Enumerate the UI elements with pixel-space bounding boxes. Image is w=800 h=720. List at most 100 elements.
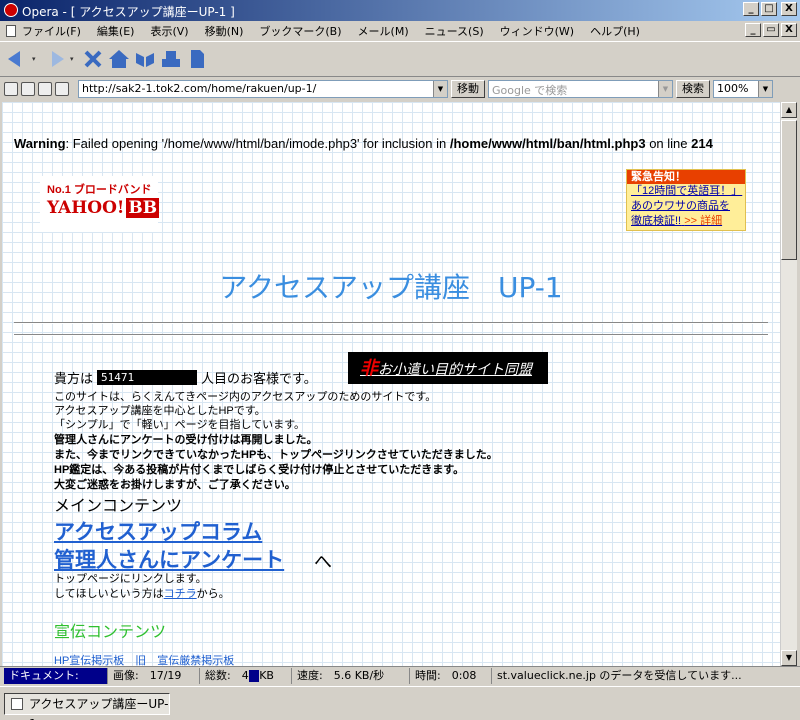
- menu-bar: ファイル(F) 編集(E) 表示(V) 移動(N) ブックマーク(B) メール(…: [0, 21, 800, 41]
- notice-line: 管理人さんにアンケートの受け付けは再開しました。: [54, 434, 318, 446]
- vertical-scrollbar[interactable]: ▲ ▼: [780, 102, 797, 666]
- print-preview-icon[interactable]: [55, 82, 69, 96]
- menu-help[interactable]: ヘルプ(H): [590, 23, 640, 39]
- zoom-value: 100%: [717, 82, 749, 95]
- yahoo-bb-logo: YAHOO! BB: [47, 198, 160, 218]
- main-contents-heading: メインコンテンツ: [54, 498, 183, 515]
- status-images: 画像: 17/19: [108, 667, 200, 684]
- navigation-toolbar: ▾ ▾: [0, 41, 800, 77]
- urgent-header: 緊急告知！: [627, 170, 745, 184]
- search-button[interactable]: 検索: [676, 80, 710, 98]
- minimize-button[interactable]: _: [743, 2, 759, 16]
- search-engine-dropdown[interactable]: ▼: [658, 81, 672, 97]
- camera-icon[interactable]: [21, 82, 35, 96]
- bbs-links[interactable]: HP宣伝掲示板 旧 宣伝厳禁掲示板: [54, 652, 234, 666]
- notice-line: HP鑑定は、今ある投稿が片付くまでしばらく受け付け停止とさせていただきます。: [54, 464, 465, 476]
- visitor-counter-line: 貴方は 51471 人目のお客様です。: [54, 368, 317, 387]
- status-time: 時間: 0:08: [410, 667, 492, 684]
- warning-line: 214: [691, 136, 713, 151]
- maximize-button[interactable]: □: [761, 2, 777, 16]
- zoom-dropdown[interactable]: ▼: [758, 81, 772, 97]
- opera-icon: [4, 3, 18, 17]
- taskbar: アクセスアップ講座ーUP-1: [0, 686, 800, 720]
- visitor-prefix: 貴方は: [54, 371, 94, 386]
- stop-icon[interactable]: [82, 48, 104, 70]
- alliance-banner[interactable]: 非お小遣い目的サイト同盟: [348, 352, 548, 384]
- warning-path: /home/www/html/ban/html.php3: [449, 136, 646, 151]
- to-label: へ: [314, 552, 332, 572]
- task-page-icon: [11, 698, 23, 710]
- search-input[interactable]: Google で検索 ▼: [488, 80, 673, 98]
- back-icon[interactable]: [6, 48, 28, 70]
- status-message: st.valueclick.ne.jp のデータを受信しています...: [497, 668, 742, 682]
- here-link[interactable]: コチラ: [164, 588, 197, 600]
- back-history-dropdown[interactable]: ▾: [32, 55, 40, 63]
- scroll-up-button[interactable]: ▲: [781, 102, 797, 118]
- site-title: アクセスアップ講座 UP-1: [219, 271, 563, 304]
- php-warning: Warning: Failed opening '/home/www/html/…: [14, 134, 714, 154]
- zoom-select[interactable]: 100% ▼: [713, 80, 773, 98]
- yahoo-bb-ad[interactable]: No.1 ブロードバンド YAHOO! BB: [40, 176, 160, 232]
- status-bar: ドキュメント: 100% 画像: 17/19 総数: 45 KB 速度: 5.6…: [0, 666, 800, 698]
- scroll-thumb[interactable]: [781, 120, 797, 260]
- menu-mail[interactable]: メール(M): [358, 23, 409, 39]
- status-speed: 速度: 5.6 KB/秒: [292, 667, 410, 684]
- forward-icon[interactable]: [44, 48, 66, 70]
- notice-line: また、今までリンクできていなかったHPも、トップページリンクさせていただきました…: [54, 449, 498, 461]
- total-progress: [249, 669, 259, 682]
- mdi-minimize-button[interactable]: _: [745, 23, 761, 37]
- urgent-line-1[interactable]: 「12時間で英語耳！」: [627, 184, 745, 199]
- menu-news[interactable]: ニュース(S): [425, 23, 484, 39]
- search-placeholder: Google で検索: [492, 84, 568, 97]
- warning-message: : Failed opening '/home/www/html/ban/imo…: [65, 136, 450, 151]
- urgent-line-2[interactable]: あのウワサの商品を: [627, 199, 745, 214]
- task-button[interactable]: アクセスアップ講座ーUP-1: [4, 693, 170, 720]
- link-note-1: トップページにリンクします。: [54, 573, 207, 585]
- description-line: 「シンプル」で「軽い」ページを目指しています。: [54, 419, 306, 431]
- mdi-close-button[interactable]: X: [781, 23, 797, 37]
- close-button[interactable]: X: [781, 2, 797, 16]
- visitor-suffix: 人目のお客様です。: [201, 371, 317, 386]
- visitor-counter: 51471: [97, 370, 198, 385]
- survey-link[interactable]: 管理人さんにアンケート: [54, 544, 284, 574]
- menu-edit[interactable]: 編集(E): [97, 23, 135, 39]
- warning-online: on line: [645, 136, 692, 151]
- divider-bottom: [14, 334, 768, 336]
- scroll-down-button[interactable]: ▼: [781, 650, 797, 666]
- task-label: アクセスアップ講座ーUP-1: [29, 697, 169, 720]
- page-info-icon[interactable]: [38, 82, 52, 96]
- urgent-detail-link[interactable]: >> 詳細: [684, 215, 722, 227]
- page-icon: [6, 25, 16, 37]
- hotlist-icon[interactable]: [134, 48, 156, 70]
- menu-file[interactable]: ファイル(F): [22, 23, 81, 39]
- description-line: このサイトは、らくえんてきページ内のアクセスアップのためのサイトです。: [54, 391, 437, 403]
- divider-top: [14, 322, 768, 324]
- home-icon[interactable]: [108, 48, 130, 70]
- menu-view[interactable]: 表示(V): [150, 23, 188, 39]
- menu-bookmarks[interactable]: ブックマーク(B): [259, 23, 341, 39]
- page-viewport[interactable]: Warning: Failed opening '/home/www/html/…: [2, 102, 780, 666]
- document-icon[interactable]: [186, 48, 208, 70]
- urgent-notice-ad[interactable]: 緊急告知！ 「12時間で英語耳！」 あのウワサの商品を 徹底検証!! >> 詳細: [626, 169, 746, 231]
- menu-window[interactable]: ウィンドウ(W): [500, 23, 574, 39]
- menu-navigate[interactable]: 移動(N): [205, 23, 244, 39]
- forward-history-dropdown[interactable]: ▾: [70, 55, 78, 63]
- urgent-line-3[interactable]: 徹底検証!! >> 詳細: [627, 214, 745, 229]
- mdi-restore-button[interactable]: ▭: [763, 23, 779, 37]
- window-title: Opera - [ アクセスアップ講座ーUP-1 ]: [22, 5, 235, 19]
- description-line: アクセスアップ講座を中心としたHPです。: [54, 405, 266, 417]
- print-icon[interactable]: [160, 48, 182, 70]
- go-button[interactable]: 移動: [451, 80, 485, 98]
- warning-label: Warning: [14, 136, 66, 151]
- notice-line: 大変ご迷惑をお掛けしますが、ご了承ください。: [54, 479, 296, 491]
- security-icon[interactable]: [4, 82, 18, 96]
- status-document: ドキュメント: 100%: [4, 667, 108, 698]
- url-dropdown[interactable]: ▼: [433, 81, 447, 97]
- access-up-column-link[interactable]: アクセスアップコラム: [54, 516, 262, 546]
- status-total: 総数: 45 KB: [200, 667, 292, 684]
- address-bar: http://sak2-1.tok2.com/home/rakuen/up-1/…: [0, 78, 800, 100]
- url-text: http://sak2-1.tok2.com/home/rakuen/up-1/: [82, 82, 317, 95]
- url-input[interactable]: http://sak2-1.tok2.com/home/rakuen/up-1/…: [78, 80, 448, 98]
- promo-contents-heading: 宣伝コンテンツ: [54, 624, 167, 641]
- title-bar: Opera - [ アクセスアップ講座ーUP-1 ] _ □ X: [0, 0, 800, 21]
